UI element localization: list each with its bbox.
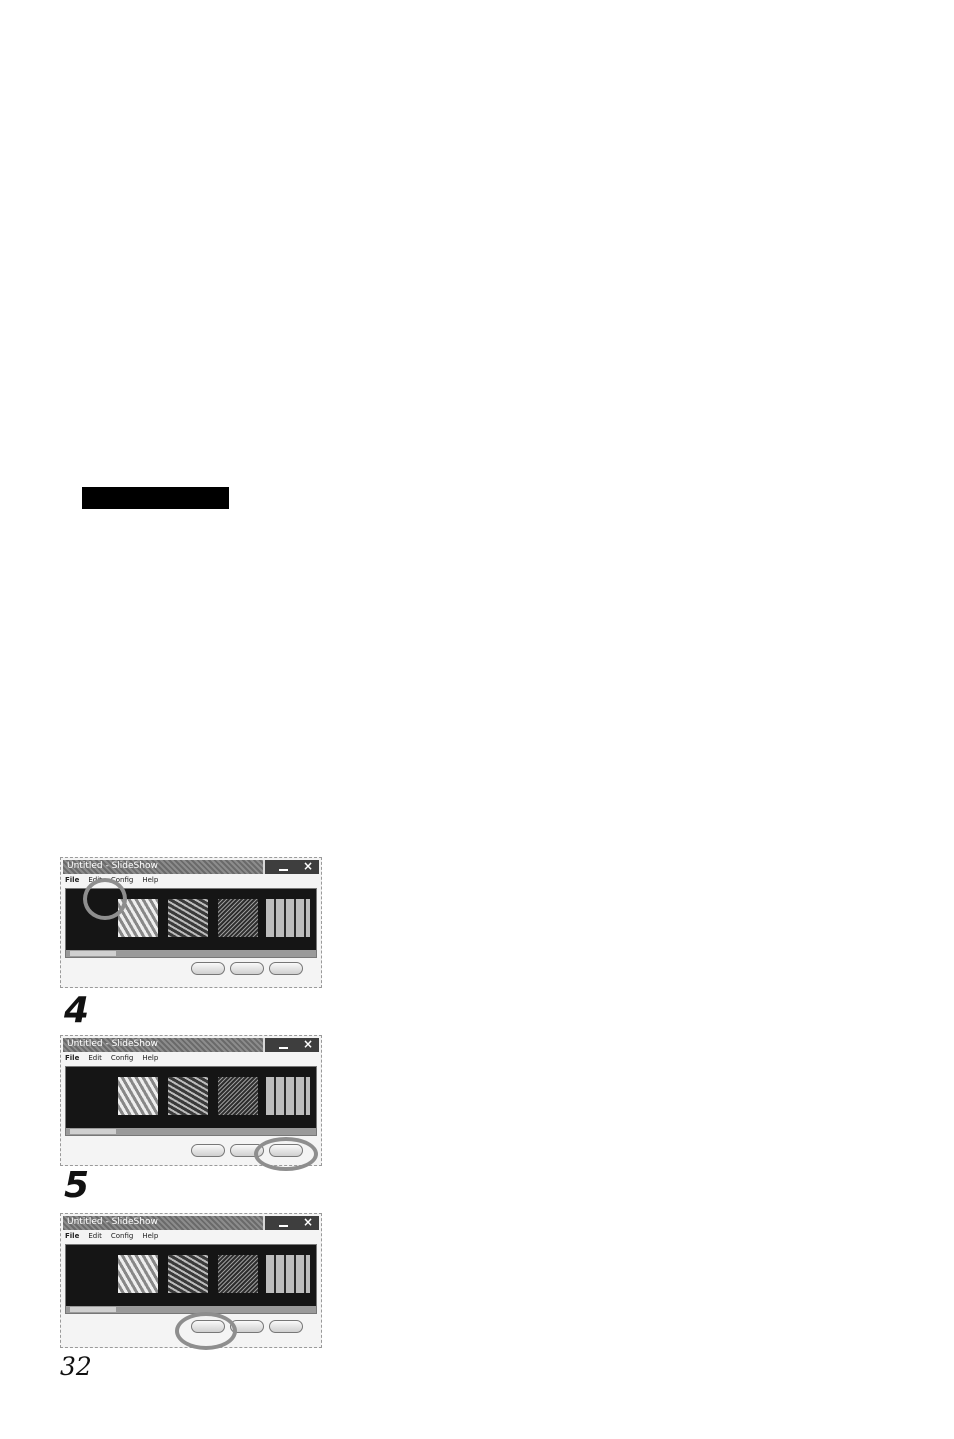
menu-file[interactable]: File <box>65 1054 79 1064</box>
menu-edit[interactable]: Edit <box>88 1054 102 1064</box>
redacted-bar <box>82 487 229 509</box>
window-title: Untitled - SlideShow <box>67 1217 158 1227</box>
slide-thumbnail[interactable] <box>266 1255 310 1293</box>
close-icon[interactable]: × <box>303 859 313 873</box>
minimize-icon[interactable] <box>279 869 288 871</box>
slide-thumbnail[interactable] <box>118 1077 158 1115</box>
menu-edit[interactable]: Edit <box>88 1232 102 1242</box>
slide-thumbnail[interactable] <box>118 1255 158 1293</box>
menu-file[interactable]: File <box>65 1232 79 1242</box>
menu-bar: File Edit Config Help <box>65 1232 158 1242</box>
title-bar: Untitled - SlideShow × <box>63 1037 319 1052</box>
slide-thumbnail[interactable] <box>168 899 208 937</box>
slide-thumbnail[interactable] <box>168 1077 208 1115</box>
scrollbar-thumb[interactable] <box>70 1129 116 1134</box>
window-title: Untitled - SlideShow <box>67 1039 158 1049</box>
slide-thumbnail[interactable] <box>266 1077 310 1115</box>
scrollbar-thumb[interactable] <box>70 1307 116 1312</box>
scrollbar[interactable] <box>66 1128 316 1135</box>
close-icon[interactable]: × <box>303 1215 313 1229</box>
menu-help[interactable]: Help <box>142 1054 158 1064</box>
slide-viewer[interactable] <box>65 1066 317 1136</box>
screenshot-3: Untitled - SlideShow × File Edit Config … <box>60 1213 322 1350</box>
screenshot-2: Untitled - SlideShow × File Edit Config … <box>60 1035 322 1171</box>
menu-help[interactable]: Help <box>142 1232 158 1242</box>
menu-bar: File Edit Config Help <box>65 1054 158 1064</box>
slide-viewer[interactable] <box>65 1244 317 1314</box>
step-number: 5 <box>64 1165 90 1206</box>
action-button[interactable] <box>191 1144 225 1157</box>
window-title: Untitled - SlideShow <box>67 861 158 871</box>
window-controls: × <box>263 1215 319 1230</box>
title-bar: Untitled - SlideShow × <box>63 1215 319 1230</box>
slide-thumbnail[interactable] <box>168 1255 208 1293</box>
menu-help[interactable]: Help <box>142 876 158 886</box>
screenshot-1: Untitled - SlideShow × File Edit Config … <box>60 857 322 988</box>
scrollbar-thumb[interactable] <box>70 951 116 956</box>
action-button[interactable] <box>269 1320 303 1333</box>
highlight-circle <box>175 1312 237 1350</box>
menu-file[interactable]: File <box>65 876 79 886</box>
title-bar: Untitled - SlideShow × <box>63 859 319 874</box>
highlight-circle <box>83 878 127 920</box>
scrollbar[interactable] <box>66 1306 316 1313</box>
minimize-icon[interactable] <box>279 1225 288 1227</box>
window-controls: × <box>263 859 319 874</box>
highlight-circle <box>254 1137 318 1171</box>
action-button[interactable] <box>269 962 303 975</box>
action-button[interactable] <box>230 962 264 975</box>
scrollbar[interactable] <box>66 950 316 957</box>
slide-thumbnail[interactable] <box>218 1077 258 1115</box>
close-icon[interactable]: × <box>303 1037 313 1051</box>
menu-config[interactable]: Config <box>111 1232 133 1242</box>
menu-config[interactable]: Config <box>111 1054 133 1064</box>
minimize-icon[interactable] <box>279 1047 288 1049</box>
page-number: 32 <box>60 1352 92 1381</box>
window-controls: × <box>263 1037 319 1052</box>
step-number: 4 <box>64 990 90 1031</box>
slide-thumbnail[interactable] <box>266 899 310 937</box>
button-row <box>191 962 303 975</box>
slide-thumbnail[interactable] <box>218 1255 258 1293</box>
action-button[interactable] <box>191 962 225 975</box>
slide-thumbnail[interactable] <box>218 899 258 937</box>
